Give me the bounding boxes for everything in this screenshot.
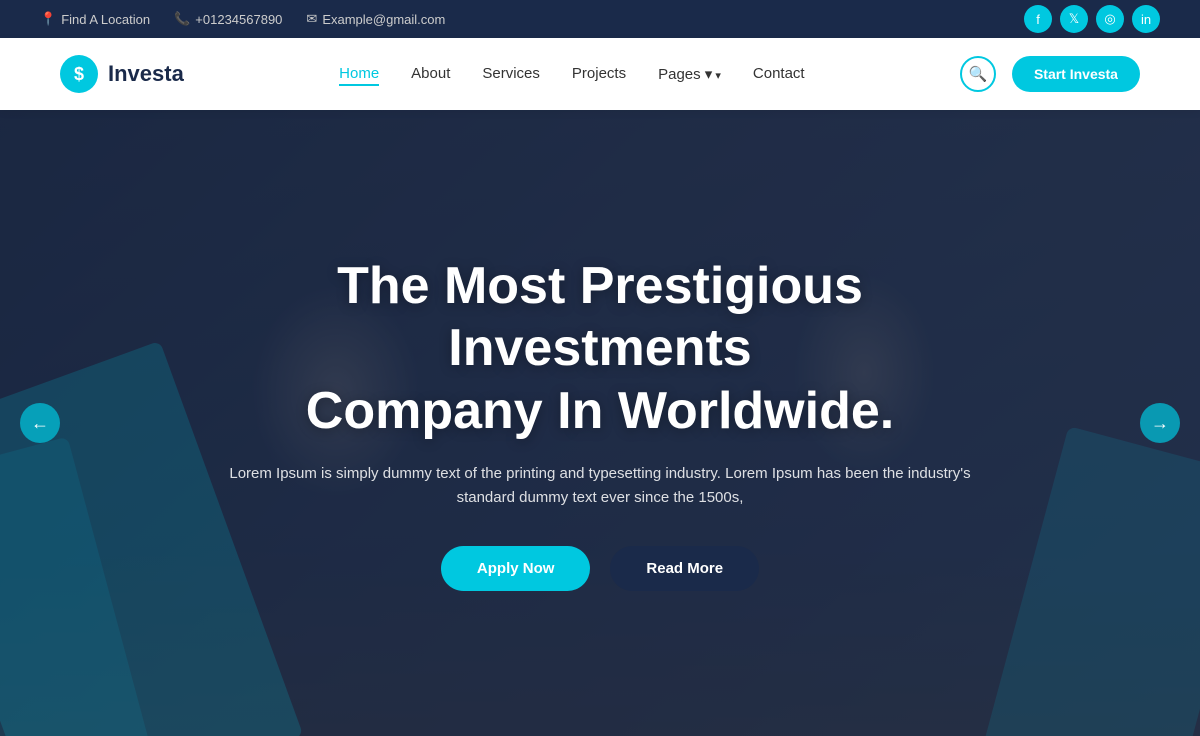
- location-icon: 📍: [40, 11, 56, 27]
- phone-icon: 📞: [174, 11, 190, 27]
- email-icon: ✉: [306, 11, 317, 27]
- instagram-icon[interactable]: ◎: [1096, 5, 1124, 33]
- nav-right: 🔍 Start Investa: [960, 56, 1140, 92]
- phone-text: +01234567890: [195, 12, 282, 27]
- hero-content: The Most Prestigious Investments Company…: [150, 255, 1050, 591]
- nav-item-projects[interactable]: Projects: [572, 65, 626, 83]
- email-text: Example@gmail.com: [322, 12, 445, 27]
- hero-subtitle: Lorem Ipsum is simply dummy text of the …: [225, 462, 975, 510]
- hero-title: The Most Prestigious Investments Company…: [190, 255, 1010, 442]
- nav-item-pages[interactable]: Pages ▾: [658, 65, 721, 84]
- read-more-button[interactable]: Read More: [610, 546, 759, 591]
- location-text: Find A Location: [61, 12, 150, 27]
- email-item[interactable]: ✉ Example@gmail.com: [306, 11, 445, 27]
- navbar: $ Investa Home About Services Projects P…: [0, 38, 1200, 110]
- nav-links: Home About Services Projects Pages ▾ Con…: [339, 65, 804, 84]
- phone-item[interactable]: 📞 +01234567890: [174, 11, 282, 27]
- social-links: f 𝕏 ◎ in: [1024, 5, 1160, 33]
- top-bar: 📍 Find A Location 📞 +01234567890 ✉ Examp…: [0, 0, 1200, 38]
- start-investa-button[interactable]: Start Investa: [1012, 56, 1140, 92]
- nav-item-about[interactable]: About: [411, 65, 450, 83]
- logo-text: Investa: [108, 61, 184, 87]
- nav-item-contact[interactable]: Contact: [753, 65, 805, 83]
- twitter-icon[interactable]: 𝕏: [1060, 5, 1088, 33]
- carousel-prev-button[interactable]: ←: [20, 403, 60, 443]
- search-button[interactable]: 🔍: [960, 56, 996, 92]
- hero-section: ← → The Most Prestigious Investments Com…: [0, 110, 1200, 736]
- facebook-icon[interactable]: f: [1024, 5, 1052, 33]
- nav-item-services[interactable]: Services: [482, 65, 540, 83]
- hero-buttons: Apply Now Read More: [190, 546, 1010, 591]
- apply-now-button[interactable]: Apply Now: [441, 546, 591, 591]
- linkedin-icon[interactable]: in: [1132, 5, 1160, 33]
- nav-item-home[interactable]: Home: [339, 65, 379, 83]
- logo-icon: $: [60, 55, 98, 93]
- top-bar-contact: 📍 Find A Location 📞 +01234567890 ✉ Examp…: [40, 11, 445, 27]
- location-item: 📍 Find A Location: [40, 11, 150, 27]
- logo[interactable]: $ Investa: [60, 55, 184, 93]
- carousel-next-button[interactable]: →: [1140, 403, 1180, 443]
